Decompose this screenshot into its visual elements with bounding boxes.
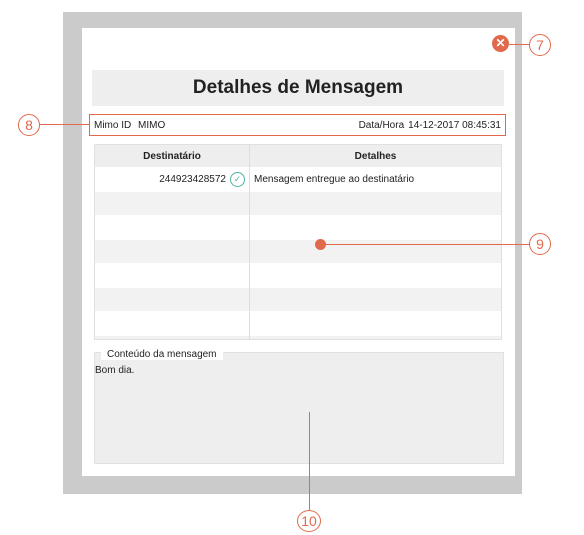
table-row [95, 191, 501, 216]
check-circle-icon: ✓ [230, 172, 245, 187]
datetime-label: Data/Hora [358, 119, 405, 131]
mimo-id-value: MIMO [138, 119, 166, 131]
callout-line-9 [322, 244, 529, 245]
recipients-table: Destinatário Detalhes 244923428572 ✓ Mens… [94, 144, 502, 340]
close-icon[interactable]: ✕ [492, 35, 509, 52]
column-header-recipient: Destinatário [95, 145, 250, 168]
callout-9: 9 [529, 233, 551, 255]
content-text: Bom dia. [95, 365, 135, 376]
datetime-value: 14-12-2017 08:45:31 [408, 119, 501, 131]
message-content-box: Conteúdo da mensagem Bom dia. [94, 349, 504, 464]
recipient-number: 244923428572 [159, 174, 226, 186]
callout-line-7 [509, 44, 529, 45]
recipient-cell: 244923428572 ✓ [95, 167, 250, 192]
content-label: Conteúdo da mensagem [101, 349, 223, 360]
table-row[interactable]: 244923428572 ✓ Mensagem entregue ao desti… [95, 167, 501, 192]
callout-line-8 [40, 124, 89, 125]
message-info-bar: Mimo ID MIMO Data/Hora 14-12-2017 08:45:3… [89, 114, 506, 136]
table-row [95, 335, 501, 339]
column-header-details: Detalhes [249, 145, 501, 168]
mimo-id-label: Mimo ID [94, 119, 132, 131]
table-row [95, 263, 501, 288]
callout-line-10 [309, 412, 310, 510]
dialog-title: Detalhes de Mensagem [192, 77, 404, 98]
table-row [95, 287, 501, 312]
dialog-header: Detalhes de Mensagem [92, 70, 504, 106]
table-row [95, 215, 501, 240]
table-row [95, 311, 501, 336]
callout-8: 8 [18, 114, 40, 136]
callout-7: 7 [529, 34, 551, 56]
callout-10: 10 [297, 510, 321, 532]
details-cell: Mensagem entregue ao destinatário [249, 167, 501, 192]
